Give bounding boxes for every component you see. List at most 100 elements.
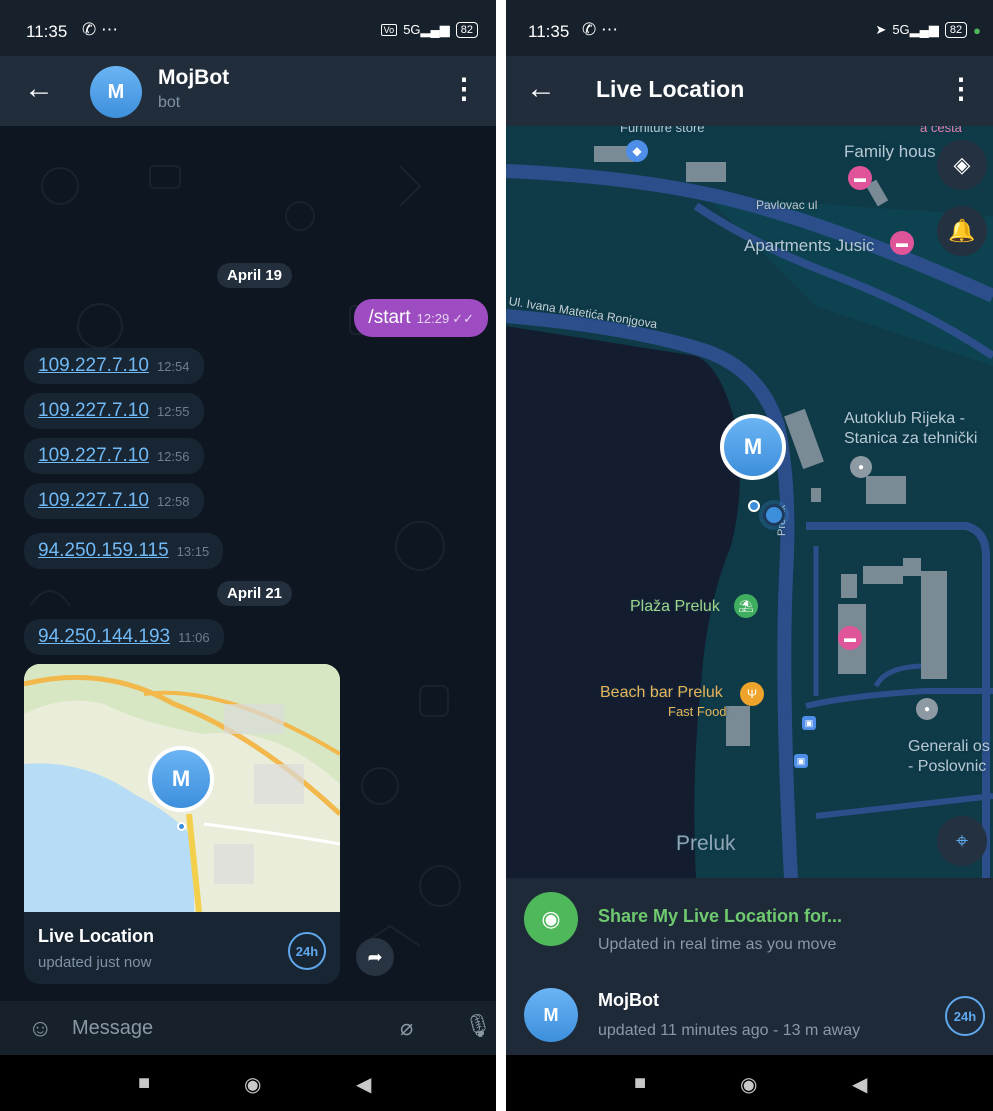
system-nav-bar: ■ ◉ ◀ — [506, 1055, 993, 1111]
hotel-pin-icon[interactable]: ▬ — [848, 166, 872, 190]
microphone-icon[interactable]: 🎙 — [464, 1013, 492, 1039]
location-dot — [177, 822, 186, 831]
message-input-bar: ☺ Message ⌀ 🎙 — [0, 1001, 496, 1055]
ip-link[interactable]: 109.227.7.10 — [38, 445, 149, 466]
battery-icon: 82 — [944, 22, 968, 38]
my-location-dot — [763, 504, 785, 526]
map-view[interactable]: Furniture store a cesta Family hous Pavl… — [506, 126, 993, 878]
page-title: Live Location — [596, 76, 745, 102]
signal-icon: 5G▂▄▆ — [403, 22, 450, 37]
volte-icon: Vo — [380, 24, 398, 36]
contact-name[interactable]: MojBot — [598, 990, 659, 1011]
live-period-badge: 24h — [288, 932, 326, 970]
message-text: /start — [368, 307, 411, 328]
home-button[interactable]: ◉ — [740, 1072, 757, 1097]
poi-label: Stanica za tehnički — [844, 430, 978, 447]
location-avatar-marker[interactable]: M — [148, 746, 214, 812]
chat-title[interactable]: MojBot — [158, 66, 229, 90]
screen-header: ← Live Location ⋮ — [506, 56, 993, 126]
message-input[interactable]: Message — [72, 1017, 153, 1040]
signal-icon: 5G▂▄▆ — [892, 22, 939, 37]
ip-link[interactable]: 109.227.7.10 — [38, 490, 149, 511]
chat-header: ← M MojBot bot ⋮ — [0, 56, 496, 126]
poi-label: - Poslovnic — [908, 758, 987, 775]
outgoing-message[interactable]: /start 12:29 ✓✓ — [354, 299, 488, 337]
map-layers-icon[interactable]: ◈ — [937, 140, 987, 190]
bus-stop-icon[interactable]: ▣ — [802, 716, 816, 730]
status-time: 11:35 — [26, 22, 68, 41]
place-pin-icon[interactable]: ● — [850, 456, 872, 478]
status-icons: Vo 5G▂▄▆ 82 — [380, 22, 478, 38]
ip-link[interactable]: 109.227.7.10 — [38, 355, 149, 376]
status-time: 11:35 — [528, 22, 570, 41]
share-live-location-button[interactable]: Share My Live Location for... — [598, 906, 842, 927]
poi-label: Autoklub Rijeka - — [844, 410, 965, 427]
bus-stop-icon[interactable]: ▣ — [794, 754, 808, 768]
ip-link[interactable]: 109.227.7.10 — [38, 400, 149, 421]
whatsapp-icon: ✆ ⋯ — [82, 20, 118, 39]
avatar[interactable]: M — [90, 66, 142, 118]
attach-icon[interactable]: ⌀ — [400, 1015, 413, 1041]
poi-label: Family hous — [844, 142, 936, 161]
more-vert-icon[interactable]: ⋮ — [947, 74, 975, 104]
status-bar: 11:35 ✆ ⋯ ➤ 5G▂▄▆ 82 ● — [506, 0, 993, 56]
message-time: 13:15 — [176, 544, 210, 559]
back-arrow-icon[interactable]: ← — [526, 74, 556, 104]
more-vert-icon[interactable]: ⋮ — [450, 74, 478, 104]
place-pin-icon[interactable]: ● — [916, 698, 938, 720]
message-time: 12:29 — [416, 311, 450, 326]
share-subtitle: Updated in real time as you move — [598, 936, 837, 953]
ip-link[interactable]: 94.250.159.115 — [38, 540, 169, 561]
location-sheet: ◉ Share My Live Location for... Updated … — [506, 878, 993, 1055]
poi-label: Fast Food — [668, 704, 727, 719]
message-list[interactable]: April 19 /start 12:29 ✓✓ 109.227.7.10 12:54… — [0, 126, 496, 1001]
back-arrow-icon[interactable]: ← — [24, 74, 54, 104]
whatsapp-icon: ✆ ⋯ — [582, 20, 618, 39]
list-item[interactable]: 109.227.7.10 12:55 — [24, 393, 204, 429]
road-label: Pavlovac ul — [756, 198, 818, 212]
green-dot-icon: ● — [973, 22, 981, 38]
ip-link[interactable]: 94.250.144.193 — [38, 626, 170, 647]
back-button[interactable]: ◀ — [852, 1072, 867, 1097]
live-period-badge[interactable]: 24h — [945, 996, 985, 1036]
list-item[interactable]: 109.227.7.10 12:58 — [24, 483, 204, 519]
poi-label: Plaža Preluk — [630, 598, 720, 615]
list-item[interactable]: 109.227.7.10 12:54 — [24, 348, 204, 384]
back-button[interactable]: ◀ — [356, 1072, 371, 1097]
road-label: a cesta — [920, 126, 962, 135]
my-location-icon[interactable]: ⌖ — [937, 816, 987, 866]
beach-pin-icon[interactable]: ⛱ — [734, 594, 758, 618]
emoji-icon[interactable]: ☺ — [28, 1015, 53, 1043]
restaurant-pin-icon[interactable]: Ψ — [740, 682, 764, 706]
avatar[interactable]: M — [524, 988, 578, 1042]
hotel-pin-icon[interactable]: ▬ — [838, 626, 862, 650]
recents-button[interactable]: ■ — [634, 1072, 646, 1095]
poi-label: Furniture store — [620, 126, 705, 135]
proximity-alert-icon[interactable]: 🔔 — [937, 206, 987, 256]
card-subtitle: updated just now — [38, 954, 152, 971]
live-location-screen: 11:35 ✆ ⋯ ➤ 5G▂▄▆ 82 ● ← Live Location ⋮ — [506, 0, 993, 1111]
status-bar: 11:35 ✆ ⋯ Vo 5G▂▄▆ 82 — [0, 0, 496, 56]
message-time: 12:58 — [156, 494, 190, 509]
live-location-card[interactable]: M Live Location updated just now 24h — [24, 664, 340, 984]
home-button[interactable]: ◉ — [244, 1072, 261, 1097]
list-item[interactable]: 94.250.159.115 13:15 — [24, 533, 224, 569]
contact-status: updated 11 minutes ago - 13 m away — [598, 1022, 861, 1039]
live-location-pin-icon[interactable]: ◉ — [524, 892, 578, 946]
hotel-pin-icon[interactable]: ▬ — [890, 231, 914, 255]
message-time: 12:55 — [156, 404, 190, 419]
system-nav-bar: ■ ◉ ◀ — [0, 1055, 496, 1111]
list-item[interactable]: 109.227.7.10 12:56 — [24, 438, 204, 474]
message-time: 12:54 — [156, 359, 190, 374]
message-time: 11:06 — [178, 630, 210, 645]
date-separator: April 21 — [217, 581, 293, 606]
poi-label: Beach bar Preluk — [600, 684, 723, 701]
list-item[interactable]: 94.250.144.193 11:06 — [24, 619, 224, 655]
recents-button[interactable]: ■ — [138, 1072, 150, 1095]
chat-subtitle: bot — [158, 94, 181, 111]
user-location-marker[interactable]: M — [720, 414, 786, 480]
poi-label: Generali os — [908, 738, 990, 755]
status-icons: ➤ 5G▂▄▆ 82 ● — [875, 22, 981, 38]
shopping-pin-icon[interactable]: ◆ — [626, 140, 648, 162]
share-forward-icon[interactable]: ➦ — [356, 938, 394, 976]
